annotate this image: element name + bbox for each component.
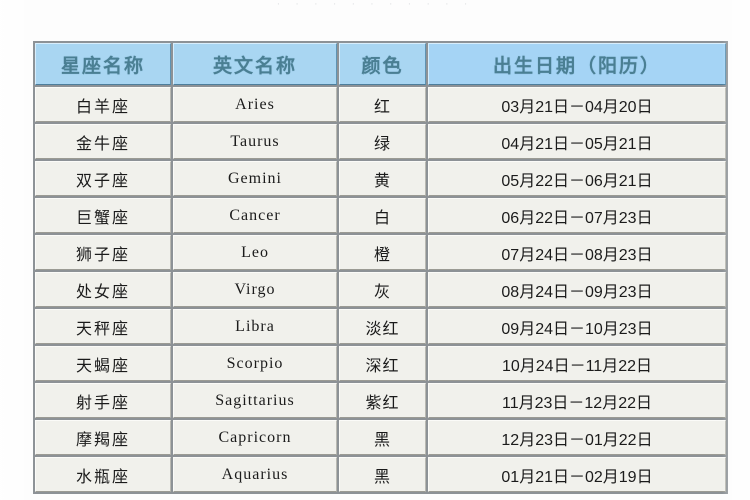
cell-name: 巨蟹座: [35, 198, 171, 233]
top-edge-text-remnant: · · · · · · · · · · ·: [276, 0, 474, 10]
table-row: 处女座 Virgo 灰 08月24日－09月23日: [35, 272, 726, 307]
table-container: 星座名称 英文名称 颜色 出生日期（阳历） 白羊座 Aries 红 03月21日－04…: [33, 41, 728, 494]
cell-name: 处女座: [35, 272, 171, 307]
cell-name: 金牛座: [35, 124, 171, 159]
cell-color: 灰: [339, 272, 426, 307]
column-header-color: 颜色: [339, 43, 426, 85]
table-row: 天秤座 Libra 淡红 09月24日－10月23日: [35, 309, 726, 344]
table-row: 金牛座 Taurus 绿 04月21日－05月21日: [35, 124, 726, 159]
cell-en: Virgo: [173, 272, 337, 307]
cell-date: 12月23日－01月22日: [428, 420, 726, 455]
cell-name: 天秤座: [35, 309, 171, 344]
cell-color: 深红: [339, 346, 426, 381]
cell-en: Aries: [173, 87, 337, 122]
cell-en: Gemini: [173, 161, 337, 196]
cell-en: Sagittarius: [173, 383, 337, 418]
cell-date: 11月23日－12月22日: [428, 383, 726, 418]
cell-date: 04月21日－05月21日: [428, 124, 726, 159]
cell-en: Aquarius: [173, 457, 337, 492]
cell-en: Leo: [173, 235, 337, 270]
table-row: 天蝎座 Scorpio 深红 10月24日－11月22日: [35, 346, 726, 381]
cell-name: 射手座: [35, 383, 171, 418]
table-row: 水瓶座 Aquarius 黑 01月21日－02月19日: [35, 457, 726, 492]
cell-name: 天蝎座: [35, 346, 171, 381]
cell-en: Scorpio: [173, 346, 337, 381]
cell-name: 双子座: [35, 161, 171, 196]
zodiac-sign-table: 星座名称 英文名称 颜色 出生日期（阳历） 白羊座 Aries 红 03月21日－04…: [33, 41, 728, 494]
cell-color: 白: [339, 198, 426, 233]
table-body: 白羊座 Aries 红 03月21日－04月20日 金牛座 Taurus 绿 04月21日－0…: [35, 87, 726, 492]
table-row: 巨蟹座 Cancer 白 06月22日－07月23日: [35, 198, 726, 233]
cell-color: 黑: [339, 457, 426, 492]
cell-date: 01月21日－02月19日: [428, 457, 726, 492]
cell-date: 06月22日－07月23日: [428, 198, 726, 233]
table-row: 白羊座 Aries 红 03月21日－04月20日: [35, 87, 726, 122]
header-row: 星座名称 英文名称 颜色 出生日期（阳历）: [35, 43, 726, 85]
table-row: 狮子座 Leo 橙 07月24日－08月23日: [35, 235, 726, 270]
cell-en: Capricorn: [173, 420, 337, 455]
column-header-birth-date: 出生日期（阳历）: [428, 43, 726, 85]
cell-en: Taurus: [173, 124, 337, 159]
cell-color: 紫红: [339, 383, 426, 418]
cell-name: 白羊座: [35, 87, 171, 122]
page-root: · · · · · · · · · · · 星座名称 英文名称 颜色 出生日期（…: [0, 0, 750, 500]
table-row: 双子座 Gemini 黄 05月22日－06月21日: [35, 161, 726, 196]
cell-color: 红: [339, 87, 426, 122]
cell-date: 08月24日－09月23日: [428, 272, 726, 307]
cell-date: 07月24日－08月23日: [428, 235, 726, 270]
column-header-english-name: 英文名称: [173, 43, 337, 85]
cell-en: Cancer: [173, 198, 337, 233]
cell-color: 橙: [339, 235, 426, 270]
cell-en: Libra: [173, 309, 337, 344]
cell-name: 狮子座: [35, 235, 171, 270]
cell-color: 绿: [339, 124, 426, 159]
table-header: 星座名称 英文名称 颜色 出生日期（阳历）: [35, 43, 726, 85]
cell-date: 03月21日－04月20日: [428, 87, 726, 122]
cell-date: 10月24日－11月22日: [428, 346, 726, 381]
table-row: 摩羯座 Capricorn 黑 12月23日－01月22日: [35, 420, 726, 455]
cell-color: 黑: [339, 420, 426, 455]
cell-color: 黄: [339, 161, 426, 196]
column-header-sign-name: 星座名称: [35, 43, 171, 85]
cell-name: 水瓶座: [35, 457, 171, 492]
table-row: 射手座 Sagittarius 紫红 11月23日－12月22日: [35, 383, 726, 418]
cell-date: 09月24日－10月23日: [428, 309, 726, 344]
cell-color: 淡红: [339, 309, 426, 344]
cell-date: 05月22日－06月21日: [428, 161, 726, 196]
cell-name: 摩羯座: [35, 420, 171, 455]
